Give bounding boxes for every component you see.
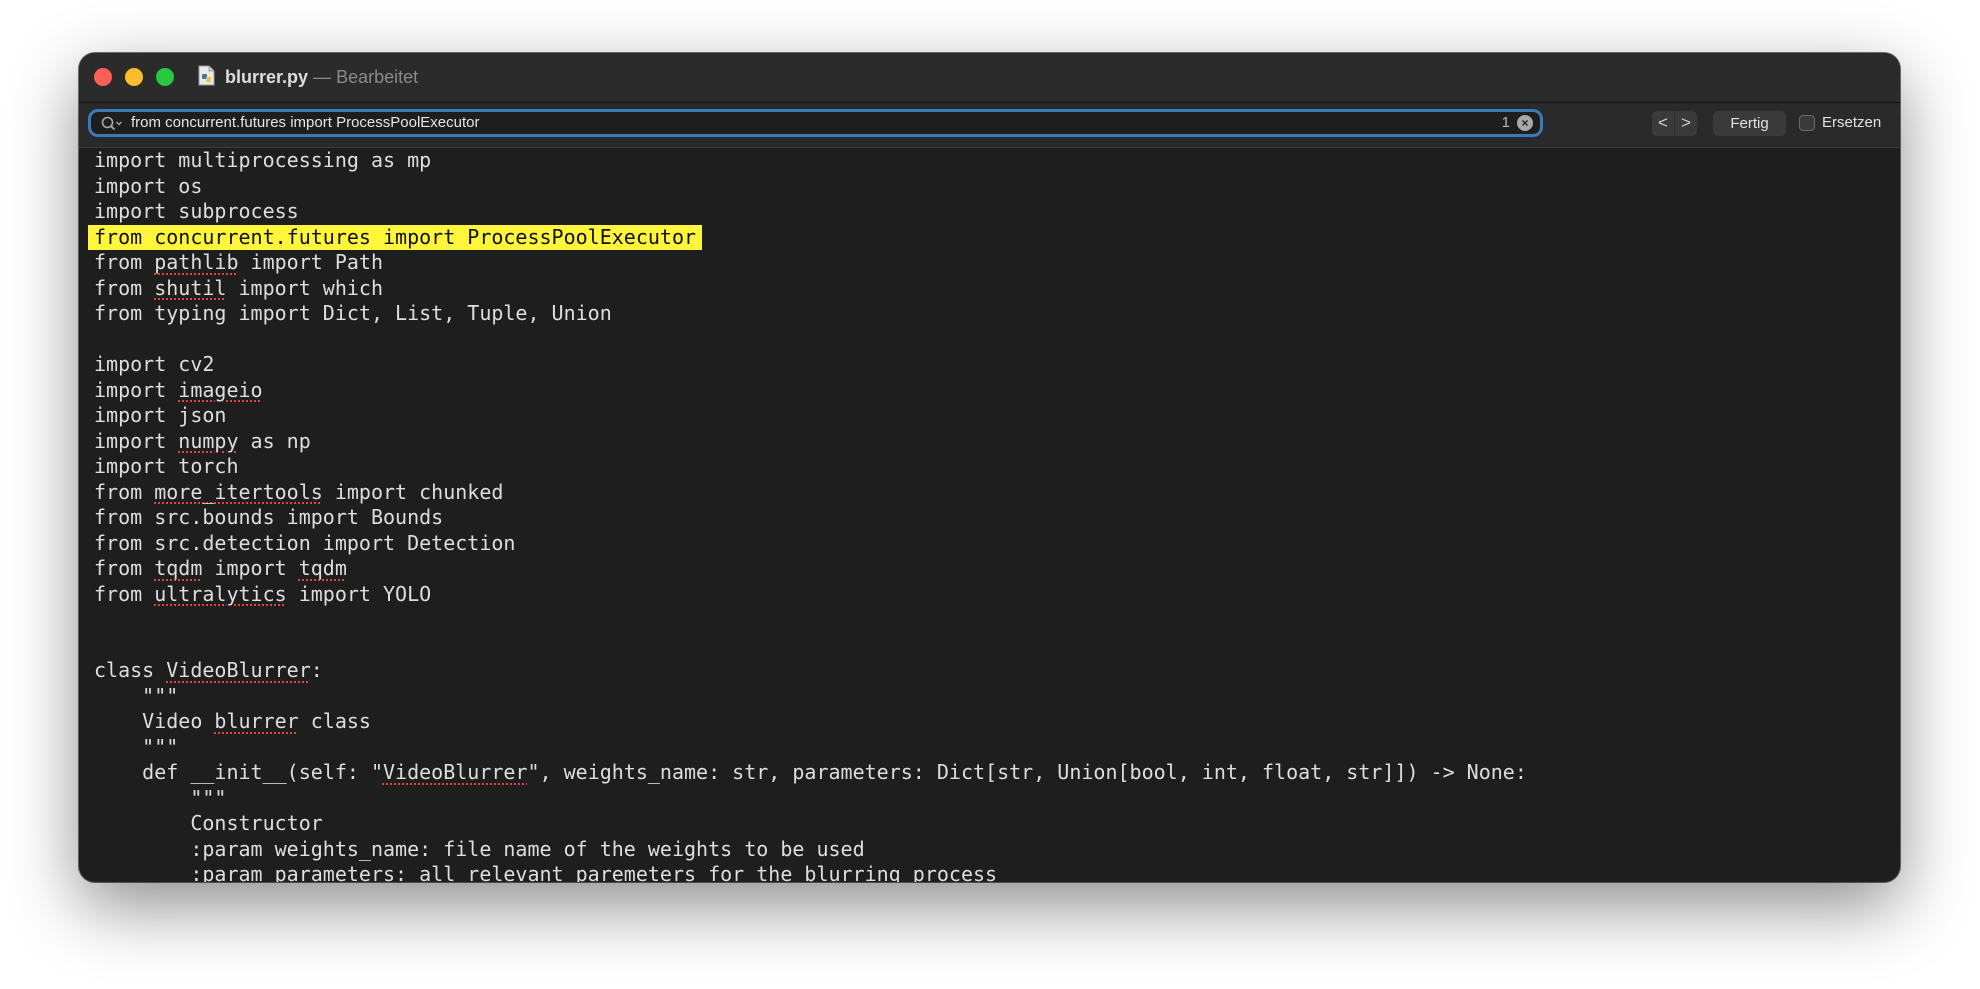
editor-window: blurrer.py — Bearbeitet 1 × < > Fertig E… xyxy=(79,53,1900,882)
code-line[interactable]: import imageio xyxy=(94,378,263,403)
spelling-mark: tqdm xyxy=(298,556,347,580)
close-window-button[interactable] xyxy=(94,68,112,86)
code-line[interactable]: """ xyxy=(94,684,178,709)
find-bar: 1 × < > Fertig Ersetzen xyxy=(79,103,1900,148)
code-editor[interactable]: import multiprocessing as mp import os i… xyxy=(79,148,1900,882)
code-line[interactable]: from more_itertools import chunked xyxy=(94,480,503,505)
spelling-mark: more_itertools xyxy=(154,479,323,504)
spelling-mark: imageio xyxy=(178,377,263,402)
match-count: 1 xyxy=(1501,114,1510,131)
code-line[interactable]: """ xyxy=(94,735,178,760)
chevron-left-icon: < xyxy=(1658,113,1668,132)
code-line[interactable]: import cv2 xyxy=(94,352,214,377)
window-title: blurrer.py — Bearbeitet xyxy=(225,65,418,89)
code-line[interactable]: Video blurrer class xyxy=(94,709,371,734)
code-line[interactable]: :param parameters: all relevant paremete… xyxy=(94,862,997,882)
code-line[interactable]: from src.bounds import Bounds xyxy=(94,505,443,530)
next-match-button[interactable]: > xyxy=(1675,111,1697,136)
title-bar: blurrer.py — Bearbeitet xyxy=(79,53,1900,103)
chevron-right-icon: > xyxy=(1681,113,1691,132)
previous-match-button[interactable]: < xyxy=(1652,111,1674,136)
code-line[interactable]: import torch xyxy=(94,454,239,479)
code-line[interactable]: import json xyxy=(94,403,226,428)
code-line[interactable]: from typing import Dict, List, Tuple, Un… xyxy=(94,301,612,326)
search-input[interactable] xyxy=(131,112,1431,134)
title-separator: — xyxy=(313,67,332,87)
code-line[interactable]: class VideoBlurrer: xyxy=(94,658,323,683)
done-button[interactable]: Fertig xyxy=(1713,111,1786,136)
code-line[interactable]: from src.detection import Detection xyxy=(94,531,515,556)
spelling-mark: paremeters xyxy=(575,862,697,882)
spelling-mark: blurrer xyxy=(214,709,299,733)
code-line[interactable]: from pathlib import Path xyxy=(94,250,383,275)
code-line[interactable]: import multiprocessing as mp xyxy=(94,148,431,173)
code-line[interactable]: :param weights_name: file name of the we… xyxy=(94,837,864,862)
spelling-mark: tqdm xyxy=(154,556,203,580)
code-line[interactable]: from ultralytics import YOLO xyxy=(94,582,431,607)
file-name: blurrer.py xyxy=(225,67,309,87)
spelling-mark: ultralytics xyxy=(154,581,287,606)
spelling-mark: pathlib xyxy=(154,250,239,274)
edit-status: Bearbeitet xyxy=(336,67,419,87)
python-file-icon xyxy=(198,65,215,86)
minimize-window-button[interactable] xyxy=(125,68,143,86)
replace-checkbox[interactable] xyxy=(1799,115,1815,131)
replace-label: Ersetzen xyxy=(1822,114,1882,131)
code-line[interactable]: from tqdm import tqdm xyxy=(94,556,347,581)
spelling-mark: shutil xyxy=(154,275,227,300)
code-line[interactable]: import subprocess xyxy=(94,199,299,224)
code-line[interactable]: import os xyxy=(94,174,202,199)
code-line[interactable]: Constructor xyxy=(94,811,322,836)
spelling-mark: VideoBlurrer xyxy=(382,760,528,784)
search-field[interactable]: 1 × xyxy=(88,109,1543,137)
zoom-window-button[interactable] xyxy=(156,68,174,86)
spelling-mark: numpy xyxy=(178,428,239,453)
search-icon[interactable] xyxy=(101,116,123,132)
code-line[interactable]: def __init__(self: "VideoBlurrer", weigh… xyxy=(94,760,1527,785)
code-line[interactable]: from shutil import which xyxy=(94,276,383,301)
code-line-search-match[interactable]: from concurrent.futures import ProcessPo… xyxy=(88,224,703,250)
code-line[interactable]: import numpy as np xyxy=(94,429,311,454)
spelling-mark: VideoBlurrer xyxy=(166,658,311,682)
clear-search-icon[interactable]: × xyxy=(1517,115,1533,131)
code-line[interactable]: """ xyxy=(94,786,226,811)
